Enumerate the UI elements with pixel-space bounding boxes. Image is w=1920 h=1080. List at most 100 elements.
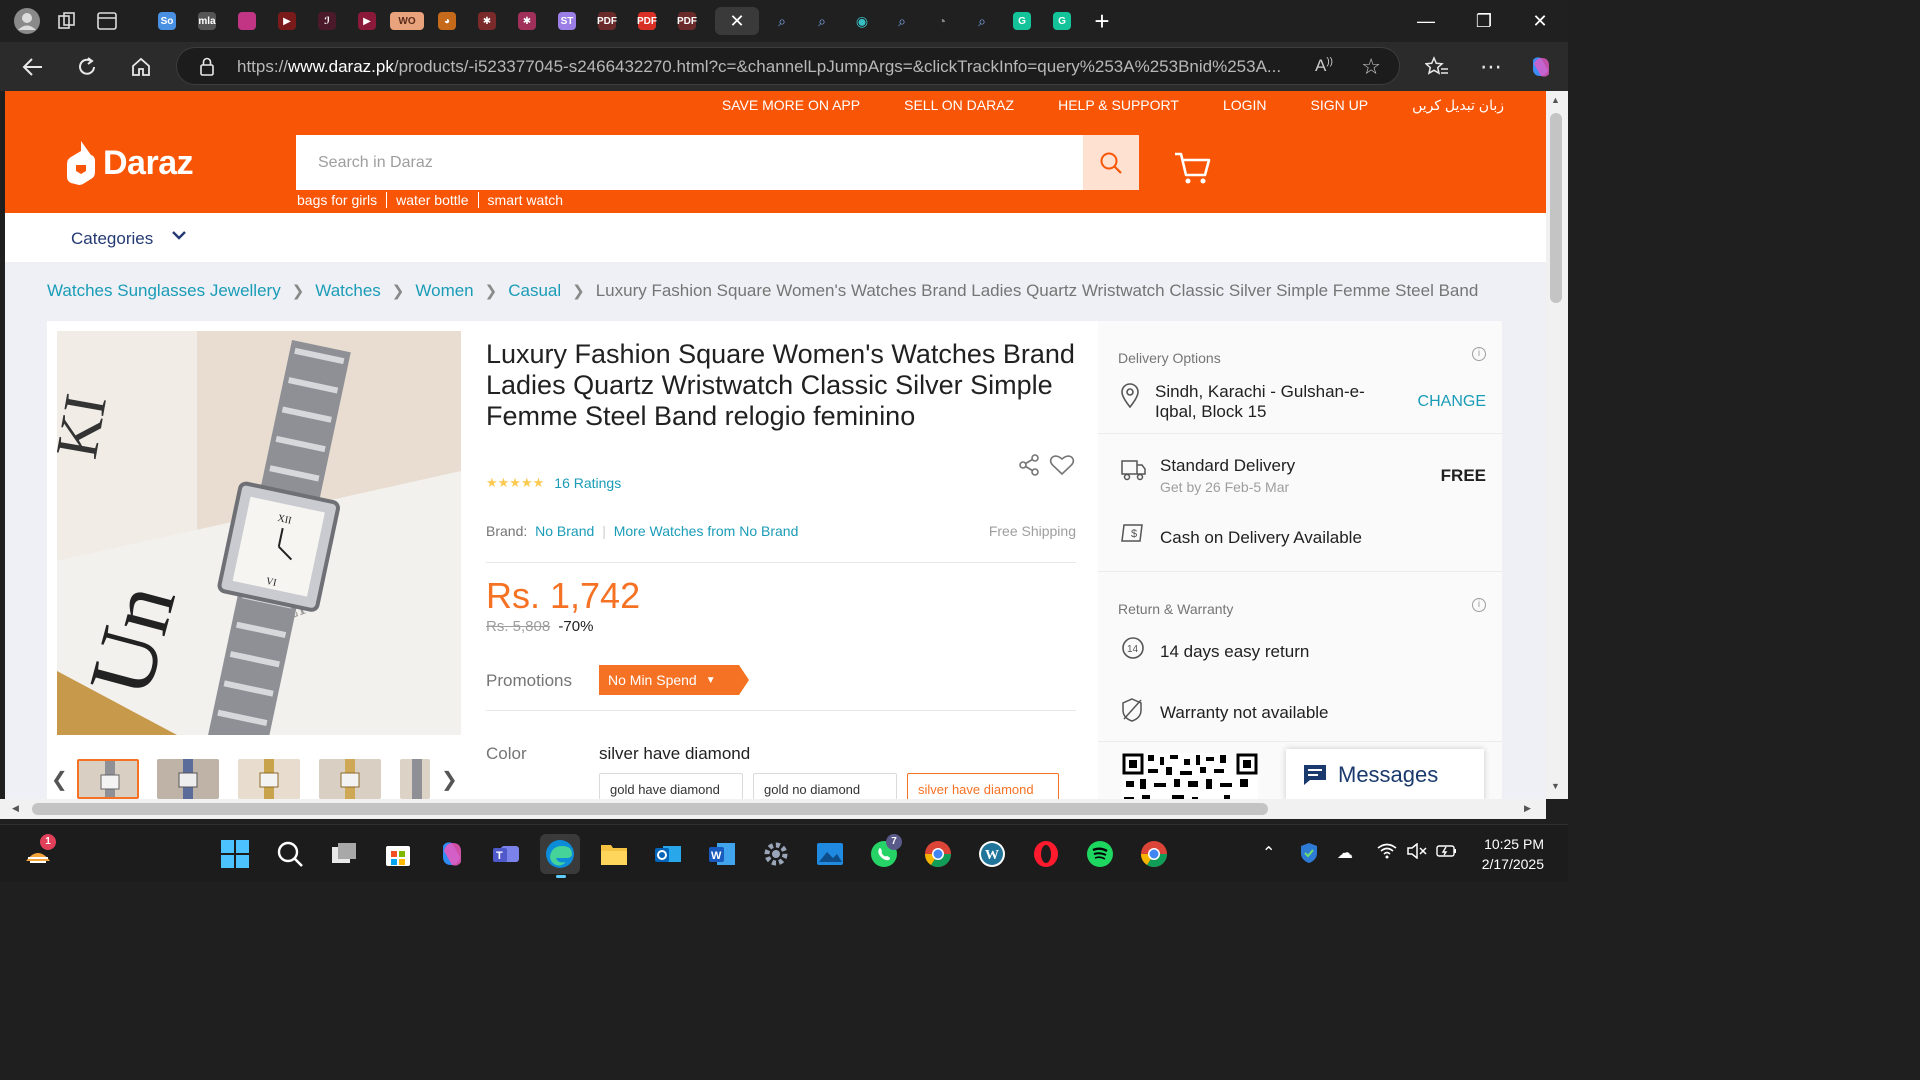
- more-menu-icon[interactable]: ⋯: [1476, 52, 1506, 82]
- browser-tab[interactable]: So: [150, 7, 184, 35]
- thumbnail-image[interactable]: [400, 759, 430, 799]
- categories-menu[interactable]: Categories: [71, 229, 153, 249]
- more-from-brand-link[interactable]: More Watches from No Brand: [614, 523, 799, 539]
- refresh-icon[interactable]: [72, 52, 102, 82]
- chrome-icon[interactable]: [922, 838, 954, 870]
- scroll-down-arrow-icon[interactable]: ▼: [1551, 781, 1560, 791]
- speaker-muted-icon[interactable]: [1406, 842, 1428, 864]
- tab-active-daraz[interactable]: ✕: [715, 7, 759, 35]
- task-view-icon[interactable]: [328, 838, 360, 870]
- browser-tab[interactable]: PDF: [630, 7, 664, 35]
- favorite-star-icon[interactable]: ☆: [1361, 54, 1381, 80]
- suggestion-link[interactable]: bags for girls: [296, 192, 388, 208]
- file-explorer-icon[interactable]: [598, 838, 630, 870]
- browser-tab[interactable]: ✱: [470, 7, 504, 35]
- cart-icon[interactable]: [1173, 151, 1211, 190]
- chevron-left-icon[interactable]: ❮: [51, 767, 68, 792]
- tab-grammarly-icon[interactable]: G: [1045, 7, 1079, 35]
- help-support-link[interactable]: HELP & SUPPORT: [1058, 97, 1179, 114]
- vertical-scrollbar[interactable]: ▲ ▼: [1546, 91, 1568, 799]
- suggestion-link[interactable]: water bottle: [387, 192, 479, 208]
- wifi-icon[interactable]: [1377, 843, 1397, 864]
- workspaces-icon[interactable]: [50, 7, 84, 35]
- home-icon[interactable]: [126, 52, 156, 82]
- color-option[interactable]: gold have diamond: [599, 773, 743, 799]
- close-tab-icon[interactable]: ✕: [729, 11, 744, 32]
- signup-link[interactable]: SIGN UP: [1311, 97, 1369, 114]
- restore-button[interactable]: ❐: [1456, 0, 1512, 42]
- photos-icon[interactable]: [814, 838, 846, 870]
- search-button[interactable]: [1083, 135, 1139, 190]
- color-option-selected[interactable]: silver have diamond: [907, 773, 1059, 799]
- scroll-up-arrow-icon[interactable]: ▲: [1551, 95, 1560, 105]
- browser-tab[interactable]: ✱: [510, 7, 544, 35]
- settings-gear-icon[interactable]: [760, 838, 792, 870]
- tab-search-icon[interactable]: ⌕: [805, 7, 839, 35]
- new-tab-plus-icon[interactable]: +: [1085, 6, 1119, 36]
- ratings-link[interactable]: 16 Ratings: [554, 475, 621, 491]
- back-arrow-icon[interactable]: [18, 52, 48, 82]
- breadcrumb-link[interactable]: Women: [415, 281, 473, 301]
- copilot-app-icon[interactable]: [436, 838, 468, 870]
- info-icon[interactable]: i: [1472, 347, 1486, 361]
- edge-taskbar-icon[interactable]: [540, 834, 580, 874]
- tab-search-icon[interactable]: ⌕: [885, 7, 919, 35]
- scroll-left-arrow-icon[interactable]: ◀: [12, 803, 19, 814]
- messages-button[interactable]: Messages: [1286, 749, 1484, 799]
- browser-tab[interactable]: ▶: [270, 7, 304, 35]
- browser-tab[interactable]: [230, 7, 264, 35]
- microsoft-store-icon[interactable]: [382, 838, 414, 870]
- horizontal-scrollbar[interactable]: ◀ ▶: [0, 799, 1546, 819]
- chrome-profile-icon[interactable]: [1138, 838, 1170, 870]
- breadcrumb-link[interactable]: Watches: [315, 281, 381, 301]
- scroll-thumb[interactable]: [1550, 113, 1562, 303]
- brand-link[interactable]: No Brand: [535, 523, 594, 539]
- browser-tab[interactable]: WO: [390, 7, 424, 35]
- change-location-link[interactable]: CHANGE: [1418, 393, 1486, 411]
- lock-icon[interactable]: [199, 57, 215, 81]
- chevron-right-icon[interactable]: ❯: [441, 767, 458, 792]
- color-option[interactable]: gold no diamond: [753, 773, 897, 799]
- widgets-icon[interactable]: 1: [22, 834, 56, 870]
- minimize-button[interactable]: —: [1398, 0, 1454, 42]
- security-shield-icon[interactable]: [1299, 842, 1319, 869]
- save-more-link[interactable]: SAVE MORE ON APP: [722, 97, 860, 114]
- tab-generic-icon[interactable]: ◔: [925, 7, 959, 35]
- breadcrumb-link[interactable]: Casual: [508, 281, 561, 301]
- sell-on-daraz-link[interactable]: SELL ON DARAZ: [904, 97, 1014, 114]
- browser-tab[interactable]: mla: [190, 7, 224, 35]
- opera-icon[interactable]: [1030, 838, 1062, 870]
- search-icon[interactable]: [274, 838, 306, 870]
- browser-tab[interactable]: PDF: [670, 7, 704, 35]
- read-aloud-icon[interactable]: A)): [1315, 56, 1333, 76]
- scroll-thumb[interactable]: [32, 803, 1268, 815]
- info-icon[interactable]: i: [1472, 598, 1486, 612]
- browser-tab[interactable]: ℐ: [310, 7, 344, 35]
- search-input[interactable]: [296, 135, 1076, 190]
- tab-search-icon[interactable]: ⌕: [965, 7, 999, 35]
- browser-tab[interactable]: PDF: [590, 7, 624, 35]
- product-main-image[interactable]: KI FOLK Un XII VI: [57, 331, 461, 735]
- thumbnail-image[interactable]: [157, 759, 219, 799]
- chevron-up-icon[interactable]: ⌃: [1262, 843, 1275, 863]
- chevron-down-icon[interactable]: [171, 227, 187, 248]
- scroll-right-arrow-icon[interactable]: ▶: [1524, 803, 1531, 814]
- share-icon[interactable]: [1017, 453, 1041, 482]
- spotify-icon[interactable]: [1084, 838, 1116, 870]
- battery-charging-icon[interactable]: [1436, 843, 1458, 864]
- suggestion-link[interactable]: smart watch: [479, 192, 572, 208]
- promotion-dropdown[interactable]: No Min Spend ▼: [599, 665, 749, 695]
- word-icon[interactable]: W: [706, 838, 738, 870]
- onedrive-cloud-icon[interactable]: ☁: [1337, 843, 1353, 863]
- thumbnail-image[interactable]: [77, 759, 139, 799]
- tab-actions-icon[interactable]: [90, 7, 124, 35]
- favorites-icon[interactable]: [1422, 52, 1452, 82]
- browser-tab[interactable]: ◕: [430, 7, 464, 35]
- language-switch-link[interactable]: زبان تبدیل کریں: [1412, 97, 1504, 114]
- copilot-icon[interactable]: [1526, 52, 1556, 82]
- thumbnail-image[interactable]: [238, 759, 300, 799]
- outlook-icon[interactable]: [652, 838, 684, 870]
- system-clock[interactable]: 10:25 PM 2/17/2025: [1482, 834, 1544, 874]
- teams-icon[interactable]: T: [490, 838, 522, 870]
- daraz-logo[interactable]: Daraz: [67, 141, 194, 185]
